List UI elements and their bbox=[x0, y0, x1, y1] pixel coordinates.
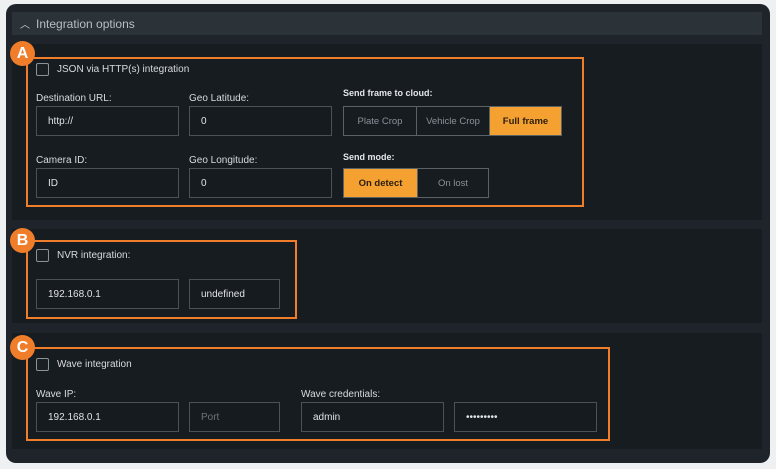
on-detect-button[interactable]: On detect bbox=[344, 169, 418, 197]
json-integration-label: JSON via HTTP(s) integration bbox=[57, 64, 190, 75]
nvr-ip-input[interactable]: 192.168.0.1 bbox=[36, 279, 179, 309]
destination-url-label: Destination URL: bbox=[36, 93, 112, 104]
send-frame-toggle: Plate Crop Vehicle Crop Full frame bbox=[343, 106, 562, 136]
wave-port-input[interactable]: Port bbox=[189, 402, 280, 432]
wave-credentials-label: Wave credentials: bbox=[301, 389, 381, 400]
geo-longitude-input[interactable]: 0 bbox=[189, 168, 332, 198]
wave-ip-label: Wave IP: bbox=[36, 389, 77, 400]
geo-latitude-label: Geo Latitude: bbox=[189, 93, 250, 104]
wave-username-input[interactable]: admin bbox=[301, 402, 444, 432]
wave-ip-input[interactable]: 192.168.0.1 bbox=[36, 402, 179, 432]
nvr-type-input[interactable]: undefined bbox=[189, 279, 280, 309]
nvr-integration-checkbox[interactable] bbox=[36, 249, 49, 262]
wave-integration-label: Wave integration bbox=[57, 359, 132, 370]
badge-b: B bbox=[10, 228, 35, 253]
badge-a: A bbox=[10, 41, 35, 66]
nvr-integration-label: NVR integration: bbox=[57, 250, 131, 261]
send-mode-label: Send mode: bbox=[343, 152, 395, 162]
plate-crop-button[interactable]: Plate Crop bbox=[344, 107, 417, 135]
destination-url-input[interactable]: http:// bbox=[36, 106, 179, 136]
send-frame-label: Send frame to cloud: bbox=[343, 88, 433, 98]
camera-id-label: Camera ID: bbox=[36, 155, 88, 166]
wave-integration-checkbox[interactable] bbox=[36, 358, 49, 371]
json-integration-checkbox[interactable] bbox=[36, 63, 49, 76]
badge-c: C bbox=[10, 335, 35, 360]
chevron-up-icon[interactable]: ︿ bbox=[20, 16, 36, 31]
geo-longitude-label: Geo Longitude: bbox=[189, 155, 258, 166]
send-mode-toggle: On detect On lost bbox=[343, 168, 489, 198]
wave-password-input[interactable]: ••••••••• bbox=[454, 402, 597, 432]
header-title: Integration options bbox=[36, 16, 135, 31]
integration-options-header[interactable]: ︿ Integration options bbox=[12, 12, 762, 35]
on-lost-button[interactable]: On lost bbox=[418, 169, 488, 197]
full-frame-button[interactable]: Full frame bbox=[490, 107, 561, 135]
geo-latitude-input[interactable]: 0 bbox=[189, 106, 332, 136]
vehicle-crop-button[interactable]: Vehicle Crop bbox=[417, 107, 490, 135]
camera-id-input[interactable]: ID bbox=[36, 168, 179, 198]
